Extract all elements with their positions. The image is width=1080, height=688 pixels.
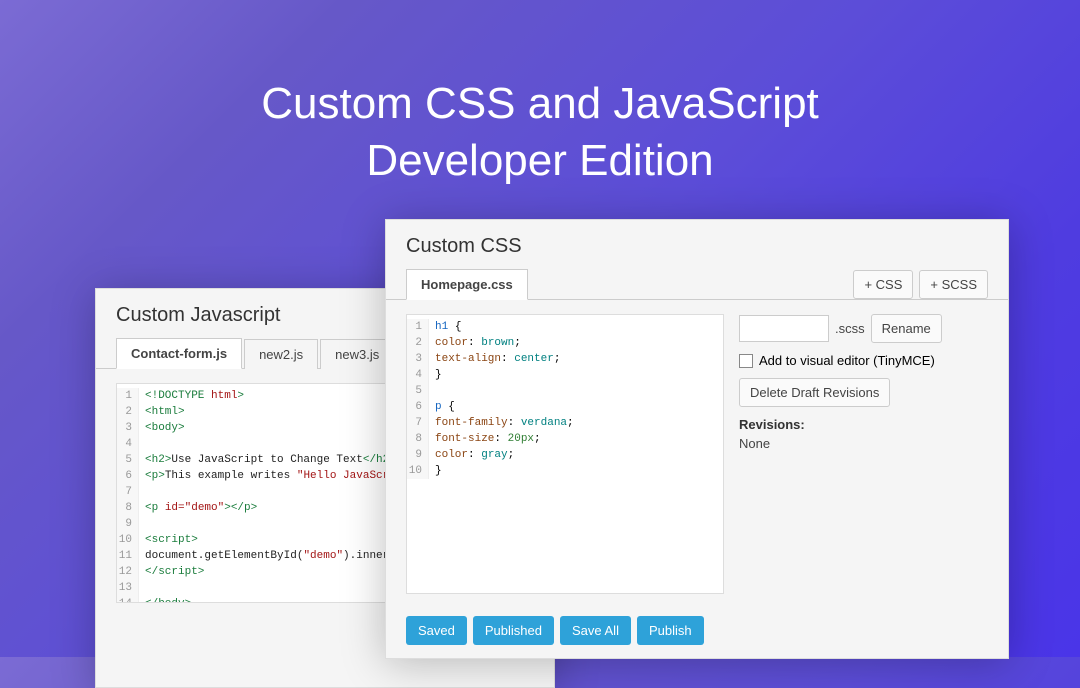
- css-panel: Custom CSS Homepage.css + CSS + SCSS 1h1…: [385, 219, 1009, 659]
- save-all-button[interactable]: Save All: [560, 616, 631, 645]
- css-sidebar: .scss Rename Add to visual editor (TinyM…: [739, 314, 988, 594]
- publish-button[interactable]: Publish: [637, 616, 704, 645]
- tinymce-checkbox[interactable]: [739, 354, 753, 368]
- revisions-value: None: [739, 436, 988, 451]
- add-css-button[interactable]: + CSS: [853, 270, 913, 299]
- tab-new3[interactable]: new3.js: [320, 339, 394, 369]
- tinymce-label: Add to visual editor (TinyMCE): [759, 353, 935, 368]
- revisions-label: Revisions:: [739, 417, 988, 432]
- css-code-editor[interactable]: 1h1 {2color: brown;3text-align: center;4…: [406, 314, 724, 594]
- tab-homepage[interactable]: Homepage.css: [406, 269, 528, 300]
- tab-contact-form[interactable]: Contact-form.js: [116, 338, 242, 369]
- delete-draft-button[interactable]: Delete Draft Revisions: [739, 378, 890, 407]
- hero-title: Custom CSS and JavaScript Developer Edit…: [0, 0, 1080, 189]
- rename-button[interactable]: Rename: [871, 314, 942, 343]
- add-scss-button[interactable]: + SCSS: [919, 270, 988, 299]
- rename-extension: .scss: [835, 321, 865, 336]
- rename-input[interactable]: [739, 315, 829, 342]
- css-tabs: Homepage.css + CSS + SCSS: [386, 268, 1008, 300]
- published-button[interactable]: Published: [473, 616, 554, 645]
- tab-new2[interactable]: new2.js: [244, 339, 318, 369]
- css-panel-title: Custom CSS: [386, 220, 1008, 268]
- saved-button[interactable]: Saved: [406, 616, 467, 645]
- css-bottom-buttons: Saved Published Save All Publish: [386, 608, 1008, 653]
